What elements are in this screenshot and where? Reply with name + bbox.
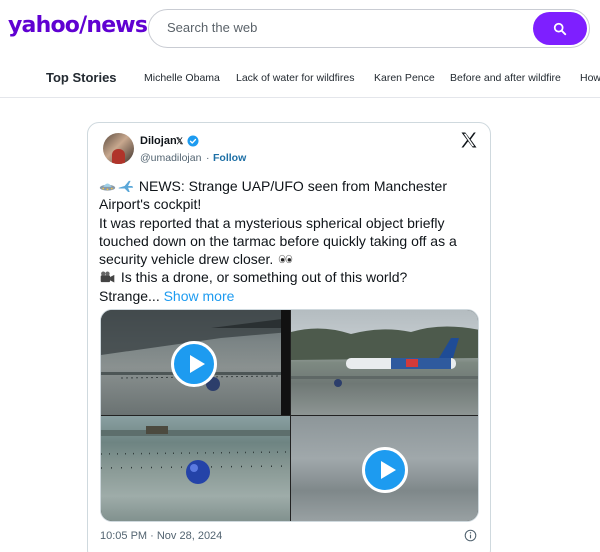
x-logo-icon[interactable] (460, 131, 478, 149)
tweet-line-3: It was reported that a mysterious spheri… (99, 214, 445, 231)
search-input[interactable] (167, 20, 507, 35)
camera-emoji-icon (100, 271, 115, 284)
show-more-link[interactable]: Show more (164, 288, 235, 304)
video-thumbnail-1[interactable] (101, 310, 290, 415)
tweet-timestamp[interactable]: 10:05 PM · Nov 28, 2024 (100, 530, 222, 542)
tweet-line-6: Is this a drone, or something out of thi… (120, 269, 408, 286)
search-button[interactable] (533, 12, 587, 45)
nav-how[interactable]: How (580, 72, 600, 84)
display-name[interactable]: Dilojan (140, 135, 177, 147)
video-thumbnail-4[interactable] (291, 416, 478, 521)
verified-badge-icon (187, 135, 199, 147)
site-header: yahoo/news Top Stories Michelle Obama La… (0, 0, 600, 98)
avatar[interactable] (103, 133, 134, 164)
yahoo-news-logo[interactable]: yahoo/news (8, 13, 148, 38)
search-bar (148, 9, 590, 48)
nav-lack-of-water[interactable]: Lack of water for wildfires (236, 72, 354, 84)
topic-nav: Top Stories Michelle Obama Lack of water… (0, 62, 600, 94)
play-icon[interactable] (362, 447, 408, 493)
airplane-emoji-icon (118, 180, 134, 192)
separator-dot: · (206, 152, 210, 164)
tweet-line-5: security vehicle drew closer. (99, 251, 274, 268)
follow-link[interactable]: Follow (213, 152, 246, 164)
x-affiliation-badge: 𝕏 (176, 136, 184, 146)
info-icon[interactable] (464, 529, 477, 542)
tweet-line-7: Strange... (99, 287, 160, 304)
tweet-line-2: Airport's cockpit! (99, 196, 202, 213)
tweet-line-1: NEWS: Strange UAP/UFO seen from Manchest… (138, 178, 447, 194)
embedded-tweet: Dilojan 𝕏 @umadilojan · Follow NEWS: Str… (87, 122, 491, 552)
search-icon (553, 22, 567, 35)
user-handle[interactable]: @umadilojan (140, 152, 201, 164)
nav-karen-pence[interactable]: Karen Pence (374, 72, 435, 84)
eyes-emoji-icon (278, 255, 293, 264)
nav-michelle-obama[interactable]: Michelle Obama (144, 72, 220, 84)
video-thumbnail-3 (101, 416, 290, 521)
nav-top-stories[interactable]: Top Stories (46, 70, 117, 85)
tweet-line-4: touched down on the tarmac before quickl… (99, 232, 457, 249)
media-grid (100, 309, 479, 522)
play-icon[interactable] (171, 341, 217, 387)
airport-view-illustration (291, 326, 478, 387)
ufo-emoji-icon (99, 183, 116, 191)
tarmac-closeup-illustration (101, 426, 290, 484)
tweet-text: NEWS: Strange UAP/UFO seen from Manchest… (99, 177, 484, 305)
video-thumbnail-2 (291, 310, 478, 415)
nav-before-after-wildfire[interactable]: Before and after wildfire (450, 72, 561, 84)
